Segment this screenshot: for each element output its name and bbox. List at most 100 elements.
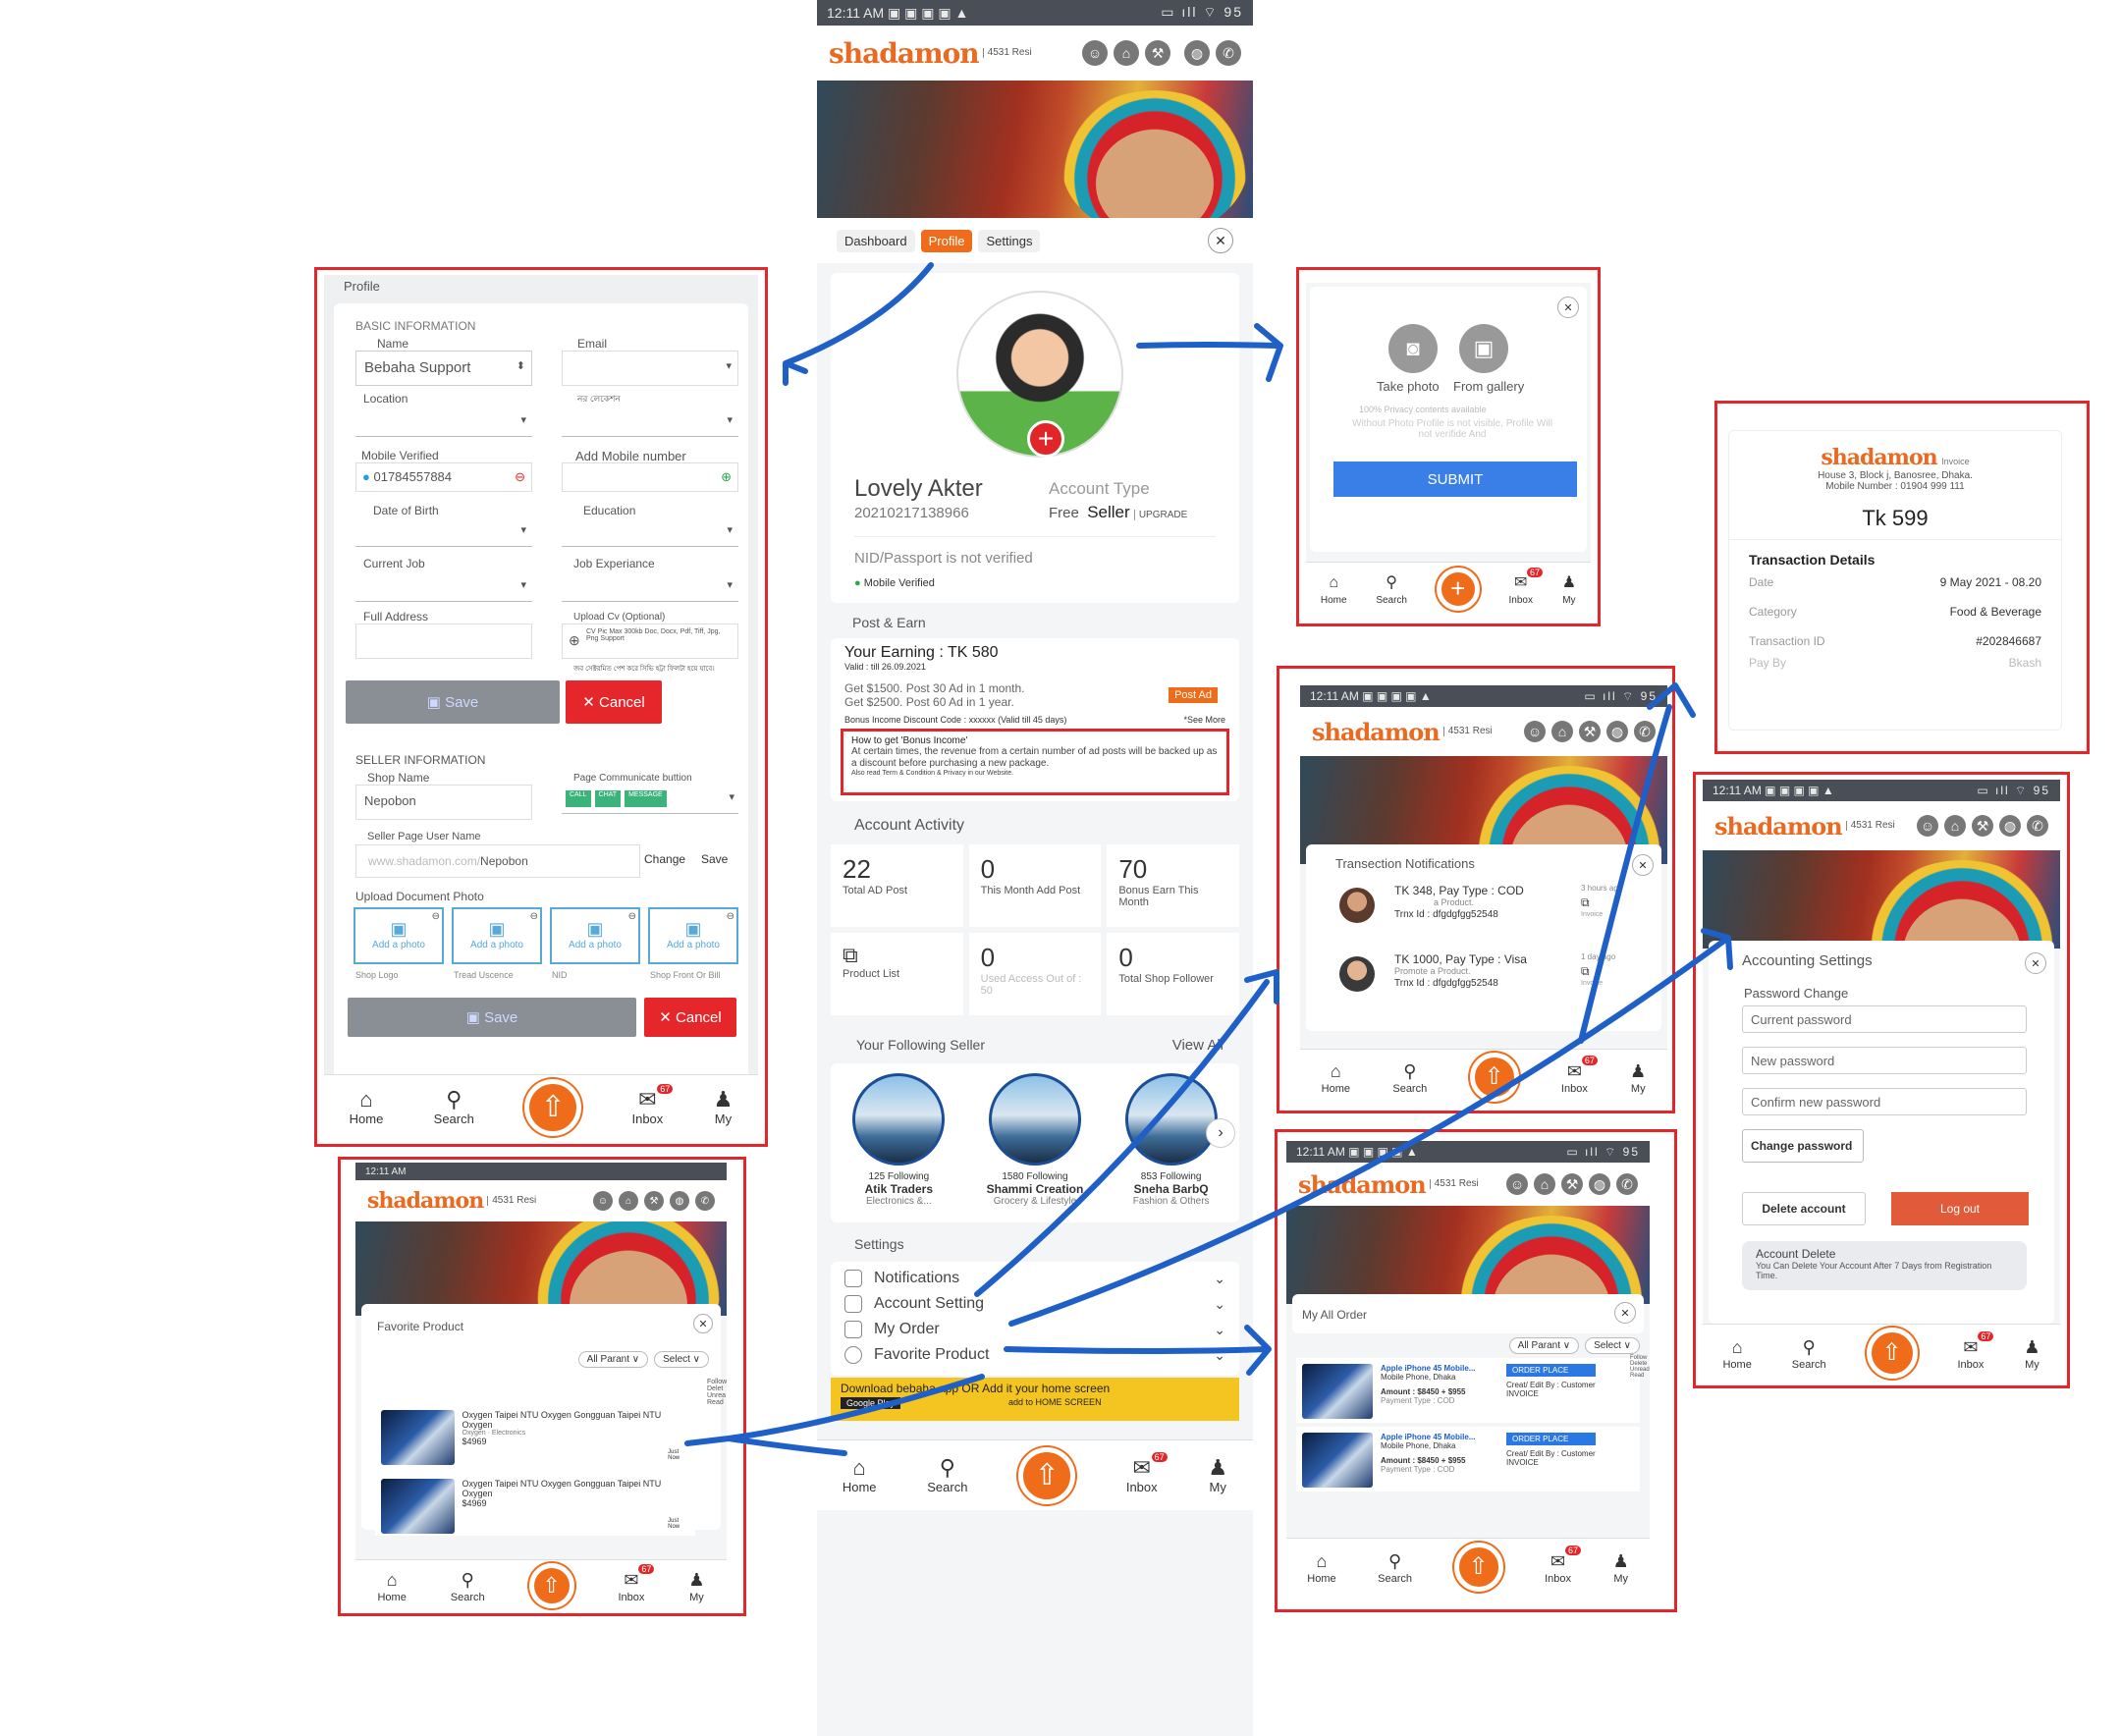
person-icon[interactable]: ☺ [1506, 1173, 1528, 1195]
cv-upload[interactable]: ⊕ CV Pic Max 300kb Doc, Docx, Pdf, Tiff, … [562, 624, 738, 659]
gift-icon[interactable]: ⌂ [619, 1191, 638, 1211]
nav-home[interactable]: ⌂ Home [1321, 571, 1347, 606]
nav-inbox[interactable]: ✉ 67 Inbox [618, 1563, 655, 1603]
call-chip[interactable]: CALL [566, 790, 591, 807]
logout-button[interactable]: Log out [1891, 1192, 2029, 1225]
take-photo-label[interactable]: Take photo [1377, 379, 1440, 394]
list-item[interactable]: Oxygen Taipei NTU Oxygen Gongguan Taipei… [375, 1404, 695, 1467]
mobile-field[interactable]: ● 01784557884 ⊖ [355, 462, 532, 492]
side-actions[interactable]: Follow Delete Unread Read [1630, 1355, 1650, 1379]
next-arrow-icon[interactable]: › [1206, 1118, 1235, 1148]
nav-home[interactable]: ⌂ Home [1722, 1335, 1751, 1371]
nav-my[interactable]: ♟ My [1208, 1456, 1227, 1495]
nav-search[interactable]: ⚲ Search [434, 1088, 474, 1127]
stat-used-access[interactable]: 0 Used Access Out of : 50 [968, 933, 1102, 1015]
tab-dashboard[interactable]: Dashboard [837, 229, 915, 252]
phone-icon[interactable]: ✆ [1634, 721, 1656, 742]
nav-my[interactable]: ♟ My [1613, 1549, 1629, 1585]
nav-home[interactable]: ⌂ Home [1307, 1549, 1335, 1585]
cancel-button[interactable]: ✕ Cancel [644, 998, 736, 1037]
all-parent-select[interactable]: All Parant ∨ [577, 1351, 649, 1368]
nav-search[interactable]: ⚲ Search [451, 1568, 485, 1603]
close-icon[interactable]: ✕ [1632, 854, 1654, 876]
remove-icon[interactable]: ⊖ [515, 469, 525, 485]
app-logo[interactable]: shadamon [367, 1188, 484, 1214]
phone-icon[interactable]: ✆ [1216, 40, 1241, 66]
nav-home[interactable]: ⌂ Home [350, 1088, 384, 1127]
close-icon[interactable]: ✕ [1208, 228, 1233, 253]
hammer-icon[interactable]: ⚒ [644, 1191, 664, 1211]
app-logo[interactable]: shadamon [829, 37, 980, 70]
nav-my[interactable]: ♟ My [688, 1568, 704, 1603]
comm-field[interactable]: CALL CHAT MESSAGE ▾ [562, 785, 738, 814]
nav-inbox[interactable]: ✉ 67 Inbox [1545, 1545, 1582, 1585]
list-item[interactable]: Apple iPhone 45 Mobile... Mobile Phone, D… [1296, 1427, 1640, 1492]
settings-notifications[interactable]: Notifications ⌄ [831, 1266, 1239, 1291]
select-dropdown[interactable]: Select ∨ [654, 1351, 709, 1368]
external-link-icon[interactable]: ⧉ [1581, 964, 1590, 979]
post-ad-button[interactable]: Post Ad [1169, 687, 1218, 703]
nav-search[interactable]: ⚲ Search [1792, 1335, 1826, 1371]
nav-search[interactable]: ⚲ Search [927, 1456, 967, 1495]
phone-icon[interactable]: ✆ [695, 1191, 715, 1211]
nav-my[interactable]: ♟ My [1562, 571, 1576, 606]
nav-search[interactable]: ⚲ Search [1376, 571, 1407, 606]
add-icon[interactable]: ⊕ [721, 469, 732, 485]
nav-my[interactable]: ♟ My [2024, 1335, 2039, 1371]
globe-icon[interactable]: ◍ [1606, 721, 1628, 742]
hammer-icon[interactable]: ⚒ [1561, 1173, 1583, 1195]
chat-chip[interactable]: CHAT [594, 790, 622, 807]
close-icon[interactable]: ✕ [1614, 1302, 1636, 1324]
invoice-link[interactable]: Invoice [1581, 911, 1603, 918]
hammer-icon[interactable]: ⚒ [1972, 815, 1993, 837]
home-screen-button[interactable]: add to HOME SCREEN [1008, 1397, 1102, 1409]
doc-upload-slot[interactable]: ▣ Add a photo ⊖ [354, 907, 444, 964]
from-gallery-label[interactable]: From gallery [1453, 379, 1524, 394]
person-icon[interactable]: ☺ [1524, 721, 1546, 742]
stat-bonus[interactable]: 70 Bonus Earn This Month [1107, 844, 1239, 927]
confirm-password-field[interactable]: Confirm new password [1742, 1088, 2027, 1115]
list-item[interactable]: TK 348, Pay Type : COD a Product. Trnx I… [1339, 884, 1634, 939]
google-play-button[interactable]: Google Play [841, 1397, 901, 1409]
location-field[interactable]: ▾ [355, 406, 532, 437]
seller-card[interactable]: 125 Following Atik Traders Electronics &..… [849, 1073, 948, 1222]
order-place-button[interactable]: ORDER PLACE [1506, 1433, 1596, 1445]
app-logo[interactable]: shadamon [1714, 812, 1843, 841]
nav-inbox[interactable]: ✉ 67 Inbox [1126, 1452, 1168, 1494]
phone-icon[interactable]: ✆ [1616, 1173, 1638, 1195]
person-icon[interactable]: ☺ [1082, 40, 1108, 66]
address-field[interactable] [355, 624, 532, 659]
doc-upload-slot[interactable]: ▣ Add a photo ⊖ [550, 907, 640, 964]
select-dropdown[interactable]: Select ∨ [1585, 1337, 1640, 1354]
settings-account[interactable]: Account Setting ⌄ [831, 1291, 1239, 1317]
person-icon[interactable]: ☺ [593, 1191, 613, 1211]
education-field[interactable]: ▾ [562, 515, 738, 547]
side-actions[interactable]: Follow Delet Unrea Read [707, 1379, 727, 1406]
remove-icon[interactable]: ⊖ [432, 911, 440, 922]
page-url-field[interactable]: www.shadamon.com/Nepobon [355, 844, 640, 878]
remove-icon[interactable]: ⊖ [530, 911, 538, 922]
save-button[interactable]: ▣ Save [346, 680, 560, 724]
seller-card[interactable]: 1580 Following Shammi Creation Grocery & L… [986, 1073, 1084, 1222]
stat-product-list[interactable]: ⧉ Product List [831, 933, 963, 1015]
upgrade-link[interactable]: UPGRADE [1133, 510, 1188, 520]
order-invoice-link[interactable]: INVOICE [1506, 1458, 1596, 1467]
list-item[interactable]: TK 1000, Pay Type : Visa Promote a Produ… [1339, 952, 1634, 1007]
stat-total-ad[interactable]: 22 Total AD Post [831, 844, 963, 927]
external-link-icon[interactable]: ⧉ [1581, 895, 1590, 910]
upload-fab[interactable]: ⇧ [1866, 1327, 1918, 1379]
seller-card[interactable]: 853 Following Sneha BarbQ Fashion & Others [1122, 1073, 1221, 1222]
globe-icon[interactable]: ◍ [1184, 40, 1210, 66]
doc-upload-slot[interactable]: ▣ Add a photo ⊖ [648, 907, 738, 964]
nav-home[interactable]: ⌂ Home [377, 1568, 406, 1603]
upload-fab[interactable]: ⇧ [524, 1078, 582, 1136]
list-item[interactable]: Oxygen Taipei NTU Oxygen Gongguan Taipei… [375, 1473, 695, 1536]
nav-search[interactable]: ⚲ Search [1392, 1059, 1427, 1095]
save-small-button[interactable]: Save [701, 852, 728, 866]
nav-inbox[interactable]: ✉ 67 Inbox [1957, 1330, 1994, 1371]
nav-home[interactable]: ⌂ Home [843, 1456, 877, 1495]
person-icon[interactable]: ☺ [1917, 815, 1938, 837]
hammer-icon[interactable]: ⚒ [1579, 721, 1601, 742]
settings-favorite[interactable]: Favorite Product ⌄ [831, 1342, 1239, 1368]
bonus-terms[interactable]: Also read Term & Condition & Privacy in … [851, 770, 1219, 777]
